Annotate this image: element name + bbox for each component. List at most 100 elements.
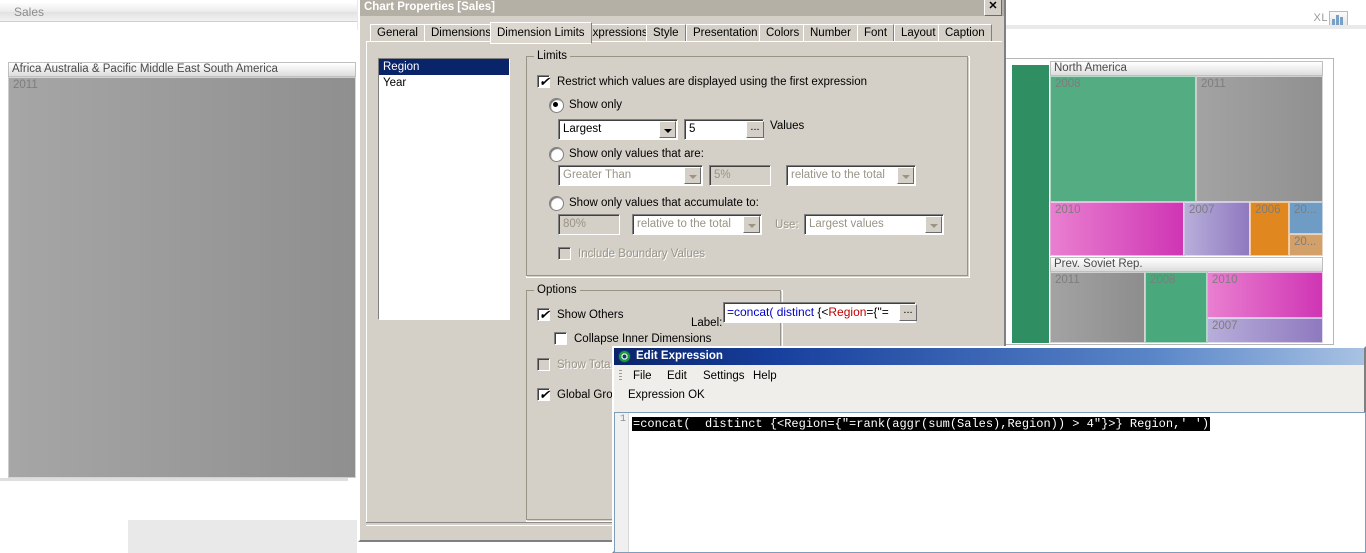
treemap-cell[interactable]: 2007 bbox=[1184, 202, 1250, 256]
label-expression-input[interactable]: =concat( distinct {<Region={"= bbox=[723, 302, 916, 323]
treemap-cell[interactable]: 2007 bbox=[1207, 318, 1323, 343]
tab-dimension-limits[interactable]: Dimension Limits bbox=[490, 22, 592, 44]
show-total-label: Show Tota bbox=[557, 359, 611, 371]
treemap-group-header-prev-soviet-rep: Prev. Soviet Rep. bbox=[1050, 257, 1323, 272]
rank-mode-value: Largest bbox=[563, 123, 602, 135]
label-token-tail: ={"= bbox=[866, 305, 889, 319]
left-treemap[interactable]: Africa Australia & Pacific Middle East S… bbox=[8, 62, 356, 478]
tab-caption[interactable]: Caption bbox=[938, 24, 992, 42]
tab-presentation[interactable]: Presentation bbox=[686, 24, 765, 42]
show-values-that-are-label: Show only values that are: bbox=[569, 148, 704, 160]
close-icon[interactable]: ✕ bbox=[984, 0, 1002, 16]
treemap-cell[interactable]: 20... bbox=[1289, 202, 1323, 234]
label-token-region: Region bbox=[828, 305, 867, 319]
treemap-cell[interactable]: 2011 bbox=[1196, 76, 1323, 202]
menu-edit[interactable]: Edit bbox=[662, 368, 692, 384]
expression-status-label: Expression OK bbox=[628, 389, 705, 401]
values-count-value: 5 bbox=[689, 123, 696, 135]
left-plot-shadow bbox=[0, 478, 348, 481]
label-token-concat: =concat( bbox=[727, 305, 774, 319]
qlikview-bullseye-icon bbox=[618, 350, 631, 363]
treemap-group-header: Africa Australia & Pacific Middle East S… bbox=[8, 62, 356, 77]
tab-number[interactable]: Number bbox=[803, 24, 858, 42]
accumulate-basis-value: relative to the total bbox=[637, 218, 731, 230]
show-others-label: Show Others bbox=[557, 309, 624, 321]
export-to-excel-button[interactable]: XL bbox=[1306, 6, 1352, 28]
operator-select[interactable]: Greater Than bbox=[558, 165, 703, 186]
show-only-radio[interactable] bbox=[549, 98, 564, 113]
menu-help[interactable]: Help bbox=[748, 368, 782, 384]
chevron-down-icon[interactable] bbox=[897, 167, 914, 184]
use-values-value: Largest values bbox=[809, 218, 884, 230]
show-values-that-are-radio[interactable] bbox=[549, 147, 564, 162]
expression-text[interactable]: =concat( distinct {<Region={"=rank(aggr(… bbox=[632, 417, 1211, 431]
collapse-inner-dimensions-label: Collapse Inner Dimensions bbox=[574, 333, 712, 345]
values-count-browse-button[interactable]: ... bbox=[746, 121, 764, 138]
threshold-value: 5% bbox=[714, 169, 731, 181]
edit-expression-menubar[interactable]: File Edit Settings Help bbox=[614, 365, 1364, 387]
expression-editor[interactable]: 1 =concat( distinct {<Region={"=rank(agg… bbox=[614, 412, 1366, 553]
treemap-cell[interactable] bbox=[1012, 65, 1049, 343]
tab-font[interactable]: Font bbox=[857, 24, 895, 42]
include-boundary-label: Include Boundary Values bbox=[578, 248, 706, 260]
menu-file[interactable]: File bbox=[628, 368, 657, 384]
right-chart-object[interactable]: North America 2008 2011 2010 2007 2006 2… bbox=[1004, 58, 1334, 345]
editor-line-numbers: 1 bbox=[615, 413, 629, 552]
show-others-checkbox[interactable]: ✔ bbox=[537, 307, 550, 322]
show-only-label: Show only bbox=[569, 99, 623, 111]
dimension-list-item-year[interactable]: Year bbox=[379, 75, 509, 91]
operator-value: Greater Than bbox=[563, 169, 632, 181]
threshold-input[interactable]: 5% bbox=[709, 165, 771, 186]
chevron-down-icon[interactable] bbox=[684, 167, 701, 184]
limits-group-title: Limits bbox=[534, 50, 571, 62]
label-caption: Label: bbox=[691, 317, 723, 329]
chevron-down-icon[interactable] bbox=[925, 216, 942, 233]
treemap-cell[interactable]: 20... bbox=[1289, 234, 1323, 256]
show-total-checkbox[interactable] bbox=[537, 358, 550, 371]
sheet-divider bbox=[1004, 25, 1366, 29]
chevron-down-icon[interactable] bbox=[743, 216, 760, 233]
treemap-cell[interactable]: 2006 bbox=[1250, 202, 1289, 256]
include-boundary-checkbox[interactable] bbox=[558, 247, 571, 260]
tab-dimensions[interactable]: Dimensions bbox=[424, 24, 499, 42]
treemap-cell[interactable]: 2011 bbox=[8, 77, 356, 478]
values-suffix-label: Values bbox=[770, 120, 805, 132]
dimension-list-item-region[interactable]: Region bbox=[379, 59, 509, 75]
basis-select[interactable]: relative to the total bbox=[786, 165, 916, 186]
show-accumulate-radio[interactable] bbox=[549, 196, 564, 211]
treemap-cell[interactable]: 2010 bbox=[1050, 202, 1184, 256]
edit-expression-titlebar: Edit Expression bbox=[614, 348, 1364, 365]
accumulate-basis-select[interactable]: relative to the total bbox=[632, 214, 762, 235]
accumulate-threshold-input[interactable]: 80% bbox=[558, 214, 620, 235]
label-token-distinct: distinct bbox=[773, 305, 818, 319]
restrict-values-label: Restrict which values are displayed usin… bbox=[557, 76, 868, 88]
treemap-group-header-north-america: North America bbox=[1050, 61, 1323, 76]
basis-value: relative to the total bbox=[791, 169, 885, 181]
treemap-cell[interactable]: 2008 bbox=[1050, 76, 1196, 202]
tab-style[interactable]: Style bbox=[646, 24, 686, 42]
tab-general[interactable]: General bbox=[370, 24, 425, 42]
restrict-values-checkbox[interactable]: ✔ bbox=[537, 74, 550, 89]
accumulate-threshold-value: 80% bbox=[563, 218, 587, 230]
tab-colors[interactable]: Colors bbox=[759, 24, 807, 42]
treemap-cell[interactable]: 2010 bbox=[1207, 272, 1323, 318]
screen: Sales Africa Australia & Pacific Middle … bbox=[0, 0, 1366, 553]
tab-layout[interactable]: Layout bbox=[894, 24, 943, 42]
show-accumulate-label: Show only values that accumulate to: bbox=[569, 197, 759, 209]
chart-properties-tabs[interactable]: General Dimensions Dimension Limits Expr… bbox=[366, 22, 1002, 44]
rank-mode-select[interactable]: Largest bbox=[558, 119, 678, 140]
label-expression-browse-button[interactable]: ... bbox=[899, 304, 917, 321]
global-grouping-checkbox[interactable]: ✔ bbox=[537, 387, 550, 402]
dimension-listbox[interactable]: Region Year bbox=[378, 58, 510, 320]
left-chart-object[interactable]: Sales Africa Australia & Pacific Middle … bbox=[0, 0, 357, 520]
chevron-down-icon[interactable] bbox=[659, 121, 676, 138]
treemap-cell[interactable]: 2008 bbox=[1145, 272, 1207, 343]
options-group-title: Options bbox=[534, 284, 580, 296]
collapse-inner-dimensions-checkbox[interactable] bbox=[554, 332, 567, 345]
menu-settings[interactable]: Settings bbox=[698, 368, 750, 384]
menubar-grip-handle[interactable] bbox=[619, 370, 622, 382]
use-values-select[interactable]: Largest values bbox=[804, 214, 944, 235]
export-label: XL bbox=[1313, 12, 1328, 24]
chart-properties-titlebar: Chart Properties [Sales] bbox=[360, 0, 1004, 16]
treemap-cell[interactable]: 2011 bbox=[1050, 272, 1145, 343]
